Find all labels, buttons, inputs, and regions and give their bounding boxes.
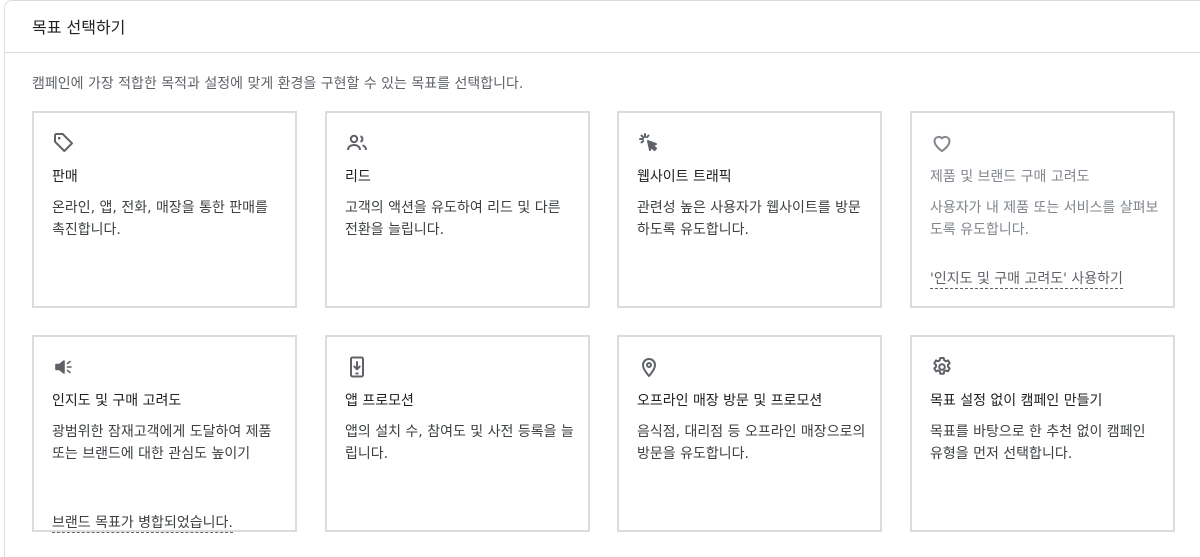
card-title: 리드	[345, 169, 371, 185]
people-icon	[345, 131, 369, 155]
card-title: 오프라인 매장 방문 및 프로모션	[637, 393, 823, 409]
card-title: 판매	[52, 169, 78, 185]
card-description: 목표를 바탕으로 한 추천 없이 캠페인 유형을 먼저 선택합니다.	[930, 424, 1146, 462]
goal-card-no-goal[interactable]: 목표 설정 없이 캠페인 만들기 목표를 바탕으로 한 추천 없이 캠페인 유형…	[910, 335, 1175, 532]
goal-card-awareness-consideration[interactable]: 인지도 및 구매 고려도 광범위한 잠재고객에게 도달하여 제품 또는 브랜드에…	[32, 335, 297, 533]
card-title: 인지도 및 구매 고려도	[52, 393, 182, 409]
goal-card-sales[interactable]: 판매 온라인, 앱, 전화, 매장을 통한 판매를 촉진합니다.	[32, 111, 297, 308]
megaphone-icon	[52, 355, 76, 379]
heart-icon	[930, 131, 954, 155]
goal-selection-panel: 목표 선택하기 캠페인에 가장 적합한 목적과 설정에 맞게 환경을 구현할 수…	[4, 0, 1200, 557]
cursor-click-icon	[637, 131, 661, 155]
page-title: 목표 선택하기	[32, 18, 126, 37]
card-description: 사용자가 내 제품 또는 서비스를 살펴보도록 유도합니다.	[930, 200, 1159, 238]
card-title: 웹사이트 트래픽	[637, 169, 732, 185]
location-pin-icon	[637, 355, 661, 379]
goal-card-app-promotion[interactable]: 앱 프로모션 앱의 설치 수, 참여도 및 사전 등록을 늘립니다.	[325, 335, 590, 532]
card-description: 음식점, 대리점 등 오프라인 매장으로의 방문을 유도합니다.	[637, 424, 866, 462]
card-description: 온라인, 앱, 전화, 매장을 통한 판매를 촉진합니다.	[52, 200, 268, 238]
card-description: 광범위한 잠재고객에게 도달하여 제품 또는 브랜드에 대한 관심도 높이기	[52, 424, 272, 462]
goal-card-website-traffic[interactable]: 웹사이트 트래픽 관련성 높은 사용자가 웹사이트를 방문하도록 유도합니다.	[617, 111, 882, 308]
use-awareness-link[interactable]: '인지도 및 구매 고려도' 사용하기	[930, 270, 1123, 289]
card-title: 목표 설정 없이 캠페인 만들기	[930, 393, 1103, 409]
brand-goal-merged-link[interactable]: 브랜드 목표가 병합되었습니다.	[52, 514, 233, 533]
goal-card-product-brand-consideration[interactable]: 제품 및 브랜드 구매 고려도 사용자가 내 제품 또는 서비스를 살펴보도록 …	[910, 111, 1175, 308]
phone-download-icon	[345, 355, 369, 379]
card-description: 고객의 액션을 유도하여 리드 및 다른 전환을 늘립니다.	[345, 200, 561, 238]
card-title: 제품 및 브랜드 구매 고려도	[930, 169, 1090, 185]
goal-card-leads[interactable]: 리드 고객의 액션을 유도하여 리드 및 다른 전환을 늘립니다.	[325, 111, 590, 308]
goal-card-local-store-visits[interactable]: 오프라인 매장 방문 및 프로모션 음식점, 대리점 등 오프라인 매장으로의 …	[617, 335, 882, 532]
card-title: 앱 프로모션	[345, 393, 414, 409]
card-description: 앱의 설치 수, 참여도 및 사전 등록을 늘립니다.	[345, 424, 574, 462]
card-description: 관련성 높은 사용자가 웹사이트를 방문하도록 유도합니다.	[637, 200, 861, 238]
panel-header: 목표 선택하기	[5, 1, 1200, 53]
intro-text: 캠페인에 가장 적합한 목적과 설정에 맞게 환경을 구현할 수 있는 목표를 …	[32, 76, 524, 92]
tag-icon	[52, 131, 76, 155]
gear-icon	[930, 355, 954, 379]
